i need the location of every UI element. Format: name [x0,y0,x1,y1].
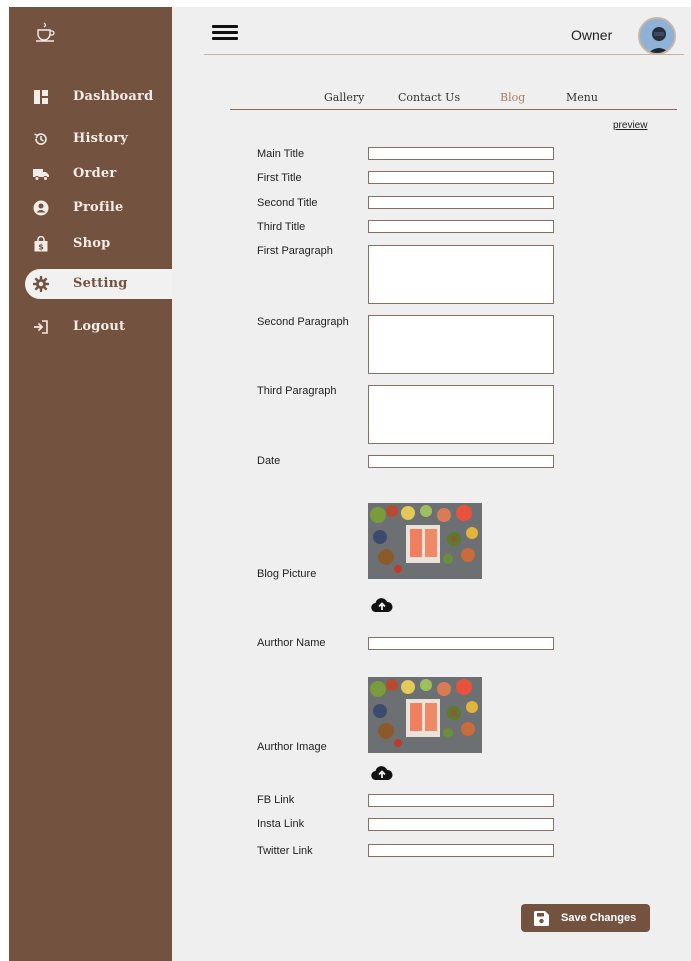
first-title-label: First Title [257,172,302,184]
logout-icon [34,320,48,334]
user-name: Owner [571,27,613,43]
avatar[interactable] [638,17,676,55]
hamburger-menu-icon[interactable] [212,25,238,41]
tabs-divider [230,109,677,110]
tab-bar: Gallery Contact Us Blog Menu [230,91,677,109]
second-title-input[interactable] [368,196,554,209]
fb-link-input[interactable] [368,794,554,807]
blog-picture-label: Blog Picture [257,568,317,580]
gear-icon [33,276,49,292]
cloud-upload-icon[interactable] [371,597,393,613]
save-changes-button[interactable]: Save Changes [521,904,650,932]
third-paragraph-textarea[interactable] [368,385,554,444]
sidebar-item-label: Logout [73,319,126,334]
tab-gallery[interactable]: Gallery [324,91,364,104]
food-image [368,503,482,579]
second-paragraph-label: Second Paragraph [257,316,349,328]
third-paragraph-label: Third Paragraph [257,385,337,397]
sidebar-item-label: Shop [73,236,111,251]
history-icon [34,133,47,145]
third-title-input[interactable] [368,220,554,233]
insta-link-input[interactable] [368,818,554,831]
shopping-bag-icon: $ [34,236,48,252]
user-circle-icon [33,200,49,216]
second-paragraph-textarea[interactable] [368,315,554,374]
main-title-label: Main Title [257,148,305,160]
author-image-label: Aurthor Image [257,741,327,753]
first-title-input[interactable] [368,171,554,184]
sidebar-item-label: Profile [73,200,124,215]
sidebar-item-label: Order [73,166,117,181]
third-title-label: Third Title [257,221,306,233]
sidebar-item-order[interactable]: Order [9,159,172,189]
insta-link-label: Insta Link [257,818,305,830]
header-divider [204,54,684,55]
main-title-input[interactable] [368,147,554,160]
sidebar-item-dashboard[interactable]: Dashboard [9,82,172,112]
tab-menu[interactable]: Menu [566,91,598,104]
first-paragraph-label: First Paragraph [257,245,333,257]
blog-picture-preview [368,503,482,579]
tab-contact-us[interactable]: Contact Us [398,91,460,104]
sidebar-item-label: History [73,131,129,146]
fb-link-label: FB Link [257,794,295,806]
sidebar-item-profile[interactable]: Profile [9,193,172,223]
truck-icon [33,169,49,181]
save-changes-label: Save Changes [561,912,637,924]
sidebar-item-label: Dashboard [73,89,154,104]
sidebar-item-history[interactable]: History [9,124,172,154]
main-panel: Owner Gallery Contact Us Blog Menu previ… [172,7,691,961]
author-image-preview [368,677,482,753]
dashboard-icon [34,90,48,104]
user-avatar-icon [640,19,674,53]
first-paragraph-textarea[interactable] [368,245,554,304]
sidebar-item-setting[interactable]: Setting [25,269,172,299]
author-name-label: Aurthor Name [257,637,326,649]
sidebar-item-label: Setting [73,276,128,291]
author-name-input[interactable] [368,637,554,650]
food-image [368,677,482,753]
floppy-disk-icon [534,911,549,926]
cloud-upload-icon[interactable] [371,765,393,781]
tab-blog[interactable]: Blog [500,91,525,104]
coffee-cup-icon [36,22,55,42]
sidebar-item-shop[interactable]: $ Shop [9,229,172,259]
date-label: Date [257,455,281,467]
preview-link[interactable]: preview [613,120,647,131]
twitter-link-label: Twitter Link [257,845,313,857]
second-title-label: Second Title [257,197,318,209]
date-input[interactable] [368,455,554,468]
sidebar: Dashboard History Order Profile $ Shop S… [9,7,172,961]
sidebar-item-logout[interactable]: Logout [9,312,172,342]
svg-text:$: $ [38,243,44,252]
twitter-link-input[interactable] [368,844,554,857]
